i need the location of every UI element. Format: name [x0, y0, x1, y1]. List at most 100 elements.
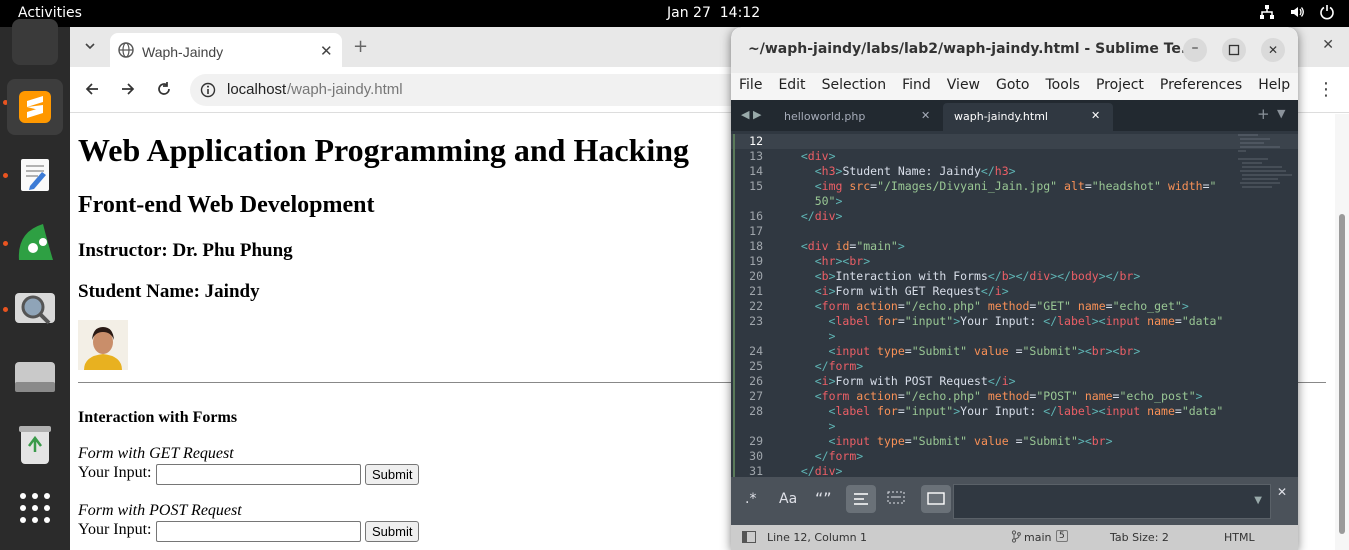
close-window-icon[interactable]: ✕	[1322, 37, 1334, 53]
date-label: Jan 27	[667, 5, 711, 21]
sublime-text-icon[interactable]	[7, 79, 63, 135]
trash-icon[interactable]	[12, 421, 58, 467]
image-viewer-icon[interactable]	[12, 286, 58, 332]
get-submit-button[interactable]: Submit	[365, 464, 420, 485]
find-history-dropdown-icon[interactable]: ▼	[1254, 495, 1262, 506]
code-line: <input type="Submit" value ="Submit"><br…	[828, 434, 1113, 448]
line-number: 19	[749, 254, 763, 268]
line-number: 21	[749, 284, 763, 298]
gnome-sushi-icon[interactable]	[12, 219, 58, 265]
dock	[0, 19, 70, 550]
code-line: >	[828, 419, 836, 433]
tab-close-icon[interactable]: ✕	[1091, 109, 1100, 122]
whole-word-toggle-icon[interactable]: “”	[815, 489, 832, 508]
menu-preferences[interactable]: Preferences	[1152, 73, 1250, 100]
menu-file[interactable]: File	[731, 73, 770, 100]
page-subtitle: Front-end Web Development	[78, 192, 375, 218]
tab-waph-jaindy[interactable]: Waph-Jaindy ✕	[110, 33, 342, 67]
find-input[interactable]: ▼	[953, 484, 1271, 519]
menu-selection[interactable]: Selection	[814, 73, 895, 100]
dock-app-partial[interactable]	[12, 19, 58, 65]
line-number: 20	[749, 269, 763, 283]
tab-close-icon[interactable]: ✕	[921, 109, 930, 122]
code-line: <h3>Student Name: Jaindy</h3>	[814, 164, 1016, 178]
cursor-position: Line 12, Column 1	[767, 531, 868, 544]
menu-tools[interactable]: Tools	[1037, 73, 1088, 100]
new-tab-icon[interactable]: +	[353, 36, 368, 57]
globe-icon	[118, 42, 134, 61]
line-number: 17	[749, 224, 763, 238]
back-icon[interactable]	[84, 81, 100, 101]
menu-edit[interactable]: Edit	[770, 73, 813, 100]
highlight-matches-toggle-icon[interactable]	[921, 485, 951, 513]
volume-icon	[1289, 4, 1305, 24]
minimize-icon[interactable]: –	[1183, 38, 1207, 62]
new-tab-icon[interactable]: +	[1257, 105, 1270, 123]
menu-help[interactable]: Help	[1250, 73, 1298, 100]
maximize-icon[interactable]	[1222, 38, 1246, 62]
text-editor-icon[interactable]	[12, 152, 58, 198]
get-input-field[interactable]	[156, 464, 361, 485]
code-line: 50">	[814, 194, 843, 208]
get-input-label: Your Input:	[78, 464, 152, 481]
clock[interactable]: Jan 27 14:12	[667, 5, 760, 21]
forward-icon[interactable]	[120, 81, 136, 101]
drive-icon[interactable]	[12, 353, 58, 399]
line-number: 23	[749, 314, 763, 328]
url-host: localhost	[227, 81, 287, 98]
sublime-title-bar[interactable]: ~/waph-jaindy/labs/lab2/waph-jaindy.html…	[731, 27, 1298, 73]
power-icon	[1319, 4, 1335, 24]
post-submit-button[interactable]: Submit	[365, 521, 420, 542]
tab-menu-icon[interactable]: ▼	[1277, 107, 1285, 120]
wrap-toggle-icon[interactable]	[846, 485, 876, 513]
line-number: 26	[749, 374, 763, 388]
scrollbar-thumb[interactable]	[1339, 214, 1345, 534]
menu-find[interactable]: Find	[894, 73, 939, 100]
tab-close-icon[interactable]: ✕	[320, 42, 333, 60]
code-line: </form>	[814, 359, 864, 373]
code-line: <label for="input">Your Input: </label><…	[828, 404, 1224, 418]
system-tray[interactable]	[1259, 4, 1335, 24]
info-icon[interactable]	[200, 82, 216, 102]
line-number: 15	[749, 179, 763, 193]
running-indicator	[3, 241, 8, 246]
show-apps-icon[interactable]	[12, 485, 58, 531]
tab-helloworld[interactable]: helloworld.php ✕	[771, 103, 941, 131]
menu-goto[interactable]: Goto	[988, 73, 1037, 100]
sidebar-toggle-icon[interactable]	[742, 531, 756, 546]
code-line: <img src="/Images/Divyani_Jain.jpg" alt=…	[814, 179, 1217, 193]
tab-list-chevron-icon[interactable]	[84, 37, 96, 56]
minimap[interactable]	[1236, 131, 1296, 206]
instructor-heading: Instructor: Dr. Phu Phung	[78, 240, 293, 261]
menu-view[interactable]: View	[939, 73, 988, 100]
window-title: ~/waph-jaindy/labs/lab2/waph-jaindy.html…	[748, 41, 1197, 57]
headshot-image	[78, 320, 128, 370]
current-line-highlight	[731, 134, 1298, 149]
code-line: <div>	[800, 149, 836, 163]
menu-kebab-icon[interactable]: ⋮	[1317, 79, 1335, 100]
code-editor[interactable]: 12 13 14 15 16 17 18 19 20 21 22 23 24 25 26 27 28 29 30 31…	[731, 131, 1298, 504]
post-input-field[interactable]	[156, 521, 361, 542]
address-bar[interactable]: localhost/waph-jaindy.html	[190, 74, 750, 106]
status-bar: Line 12, Column 1 main 5 Tab Size: 2 HTM…	[731, 525, 1298, 550]
reload-icon[interactable]	[156, 81, 172, 101]
code-line: <i>Form with GET Request</i>	[814, 284, 1009, 298]
syntax-selector[interactable]: HTML	[1224, 531, 1255, 544]
page-scrollbar[interactable]	[1335, 114, 1349, 550]
tab-waph-jaindy-html[interactable]: waph-jaindy.html ✕	[943, 103, 1113, 131]
line-number: 25	[749, 359, 763, 373]
code-line: </div>	[800, 209, 843, 223]
tab-size[interactable]: Tab Size: 2	[1110, 531, 1169, 544]
regex-toggle-icon[interactable]: .*	[745, 491, 756, 507]
git-branch[interactable]: main	[1024, 531, 1051, 544]
post-form-title: Form with POST Request	[78, 502, 242, 519]
line-number: 18	[749, 239, 763, 253]
time-label: 14:12	[719, 5, 761, 21]
tab-nav-arrows-icon[interactable]: ◀ ▶	[741, 108, 761, 121]
close-icon[interactable]: ✕	[1261, 38, 1285, 62]
menu-project[interactable]: Project	[1088, 73, 1152, 100]
case-toggle-icon[interactable]: Aa	[779, 491, 797, 507]
line-number: 24	[749, 344, 763, 358]
close-find-icon[interactable]: ✕	[1277, 485, 1287, 499]
in-selection-toggle-icon[interactable]	[886, 489, 906, 511]
